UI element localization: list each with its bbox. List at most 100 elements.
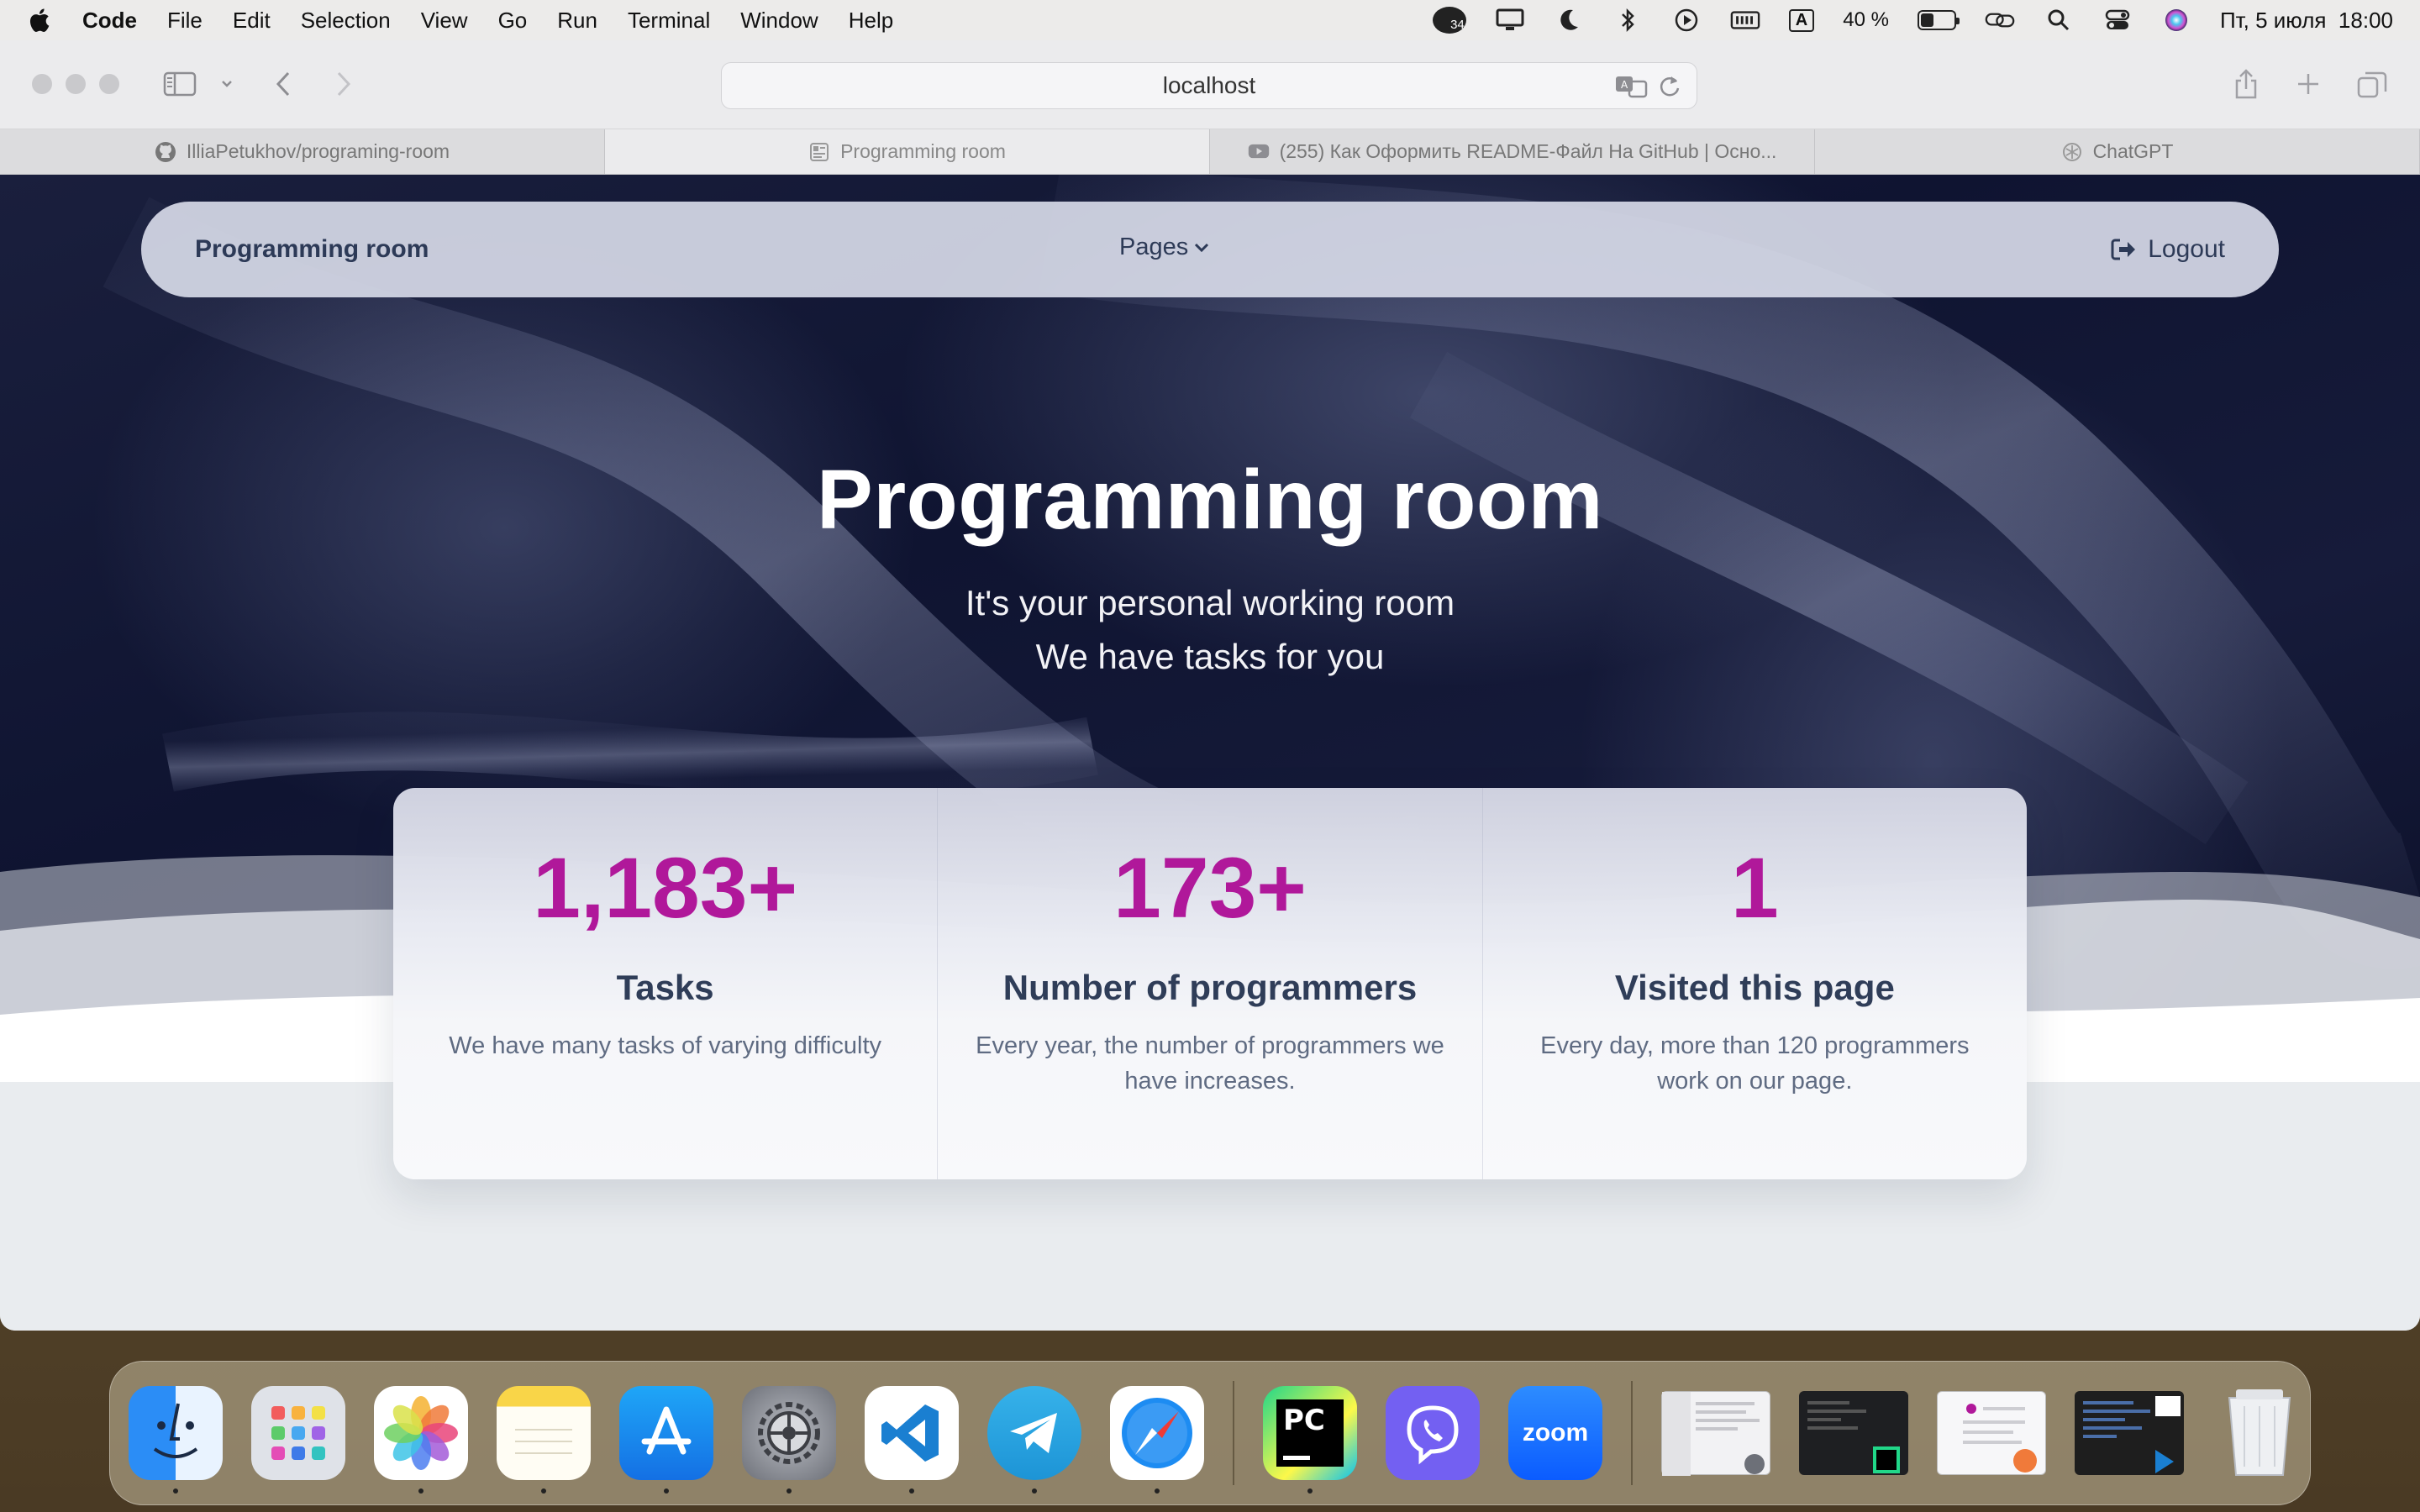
trash-icon[interactable]	[2212, 1386, 2307, 1480]
pycharm-label: PC	[1283, 1404, 1325, 1437]
logout-icon	[2111, 239, 2136, 260]
safari-icon[interactable]	[1110, 1386, 1204, 1494]
menu-help[interactable]: Help	[849, 8, 893, 34]
github-icon	[155, 141, 176, 163]
hero-title: Programming room	[817, 453, 1603, 547]
running-indicator	[1307, 1488, 1313, 1494]
running-indicator	[541, 1488, 546, 1494]
battery-percent: 40 %	[1843, 8, 1889, 31]
window-controls	[32, 74, 119, 94]
tab-label: ChatGPT	[2092, 140, 2174, 162]
memory-icon[interactable]	[1730, 8, 1760, 33]
tab-label: (255) Как Оформить README-Файл На GitHub…	[1279, 140, 1777, 162]
browser-toolbar: localhost A	[0, 40, 2420, 129]
menu-clock[interactable]: Пт, 5 июля 18:00	[2220, 8, 2393, 34]
viber-icon[interactable]	[1386, 1386, 1480, 1480]
menu-go[interactable]: Go	[498, 8, 528, 34]
dock: PC zoom	[109, 1361, 2311, 1505]
forward-icon[interactable]	[329, 67, 356, 101]
menu-selection[interactable]: Selection	[301, 8, 391, 34]
tab-overview-icon[interactable]	[2356, 67, 2388, 101]
search-icon[interactable]	[2044, 8, 2074, 33]
apple-menu-icon[interactable]	[27, 7, 50, 34]
notification-count-icon[interactable]: 34	[1432, 7, 1466, 34]
now-playing-icon[interactable]	[1671, 8, 1702, 33]
app-store-icon[interactable]	[619, 1386, 713, 1494]
menu-view[interactable]: View	[421, 8, 468, 34]
dock-separator	[1631, 1381, 1633, 1485]
link-icon[interactable]	[1985, 8, 2015, 33]
menu-run[interactable]: Run	[557, 8, 597, 34]
pycharm-icon[interactable]: PC	[1263, 1386, 1357, 1494]
logout-button[interactable]: Logout	[2111, 235, 2225, 264]
svg-text:A: A	[1621, 79, 1628, 91]
control-center-icon[interactable]	[2102, 8, 2133, 33]
running-indicator	[1032, 1488, 1037, 1494]
running-indicator	[909, 1488, 914, 1494]
hero-subtitle-line1: It's your personal working room	[965, 583, 1455, 622]
stat-number: 1	[1730, 840, 1779, 936]
minimized-window-thumbnail[interactable]	[1937, 1391, 2046, 1475]
new-tab-icon[interactable]	[2294, 67, 2323, 101]
vscode-icon[interactable]	[865, 1386, 959, 1494]
menu-edit[interactable]: Edit	[233, 8, 271, 34]
notification-count: 34	[1450, 18, 1465, 32]
battery-level	[1920, 13, 1934, 27]
share-icon[interactable]	[2232, 67, 2260, 101]
battery-icon[interactable]	[1917, 10, 1960, 30]
pages-label: Pages	[1119, 234, 1189, 260]
minimized-window-thumbnail[interactable]	[1661, 1391, 1770, 1476]
minimize-window-button[interactable]	[66, 74, 86, 94]
close-window-button[interactable]	[32, 74, 52, 94]
finder-icon[interactable]	[129, 1386, 223, 1494]
running-indicator	[664, 1488, 669, 1494]
menu-terminal[interactable]: Terminal	[628, 8, 710, 34]
minimized-window-thumbnail[interactable]	[1799, 1391, 1908, 1475]
menu-file[interactable]: File	[167, 8, 203, 34]
stat-label: Visited this page	[1614, 968, 1895, 1007]
menu-app-name[interactable]: Code	[82, 8, 137, 34]
stat-tasks: 1,183+ Tasks We have many tasks of varyi…	[393, 788, 939, 1179]
pages-dropdown[interactable]: Pages	[1119, 234, 1210, 261]
site-navbar: Programming room Pages Logout	[141, 202, 2279, 297]
telegram-icon[interactable]	[987, 1386, 1081, 1494]
stat-description: Every year, the number of programmers we…	[976, 1032, 1444, 1095]
tab-programming-room[interactable]: Programming room	[605, 129, 1210, 174]
translate-icon[interactable]: A	[1614, 73, 1648, 104]
zoom-icon[interactable]: zoom	[1508, 1386, 1602, 1480]
chatgpt-icon	[2061, 141, 2083, 163]
reload-icon[interactable]	[1658, 73, 1681, 104]
siri-icon[interactable]	[2161, 8, 2191, 33]
zoom-window-button[interactable]	[99, 74, 119, 94]
menu-bar: Code File Edit Selection View Go Run Ter…	[0, 0, 2420, 40]
system-settings-icon[interactable]	[742, 1386, 836, 1494]
bluetooth-icon[interactable]	[1612, 8, 1643, 33]
tab-label: IlliaPetukhov/programing-room	[186, 140, 450, 162]
launchpad-icon[interactable]	[251, 1386, 345, 1480]
tab-youtube[interactable]: (255) Как Оформить README-Файл На GitHub…	[1210, 129, 1815, 174]
tab-chatgpt[interactable]: ChatGPT	[1815, 129, 2420, 174]
logout-label: Logout	[2148, 235, 2225, 263]
web-page: Programming room Pages Logout Programmin…	[0, 175, 2420, 1331]
address-bar[interactable]: localhost A	[721, 62, 1697, 109]
dock-separator	[1233, 1381, 1234, 1485]
display-icon[interactable]	[1495, 8, 1525, 33]
sidebar-toggle-icon[interactable]	[161, 67, 198, 101]
menu-window[interactable]: Window	[740, 8, 818, 34]
moon-icon[interactable]	[1554, 8, 1584, 33]
running-indicator	[786, 1488, 792, 1494]
tab-github[interactable]: IlliaPetukhov/programing-room	[0, 129, 605, 174]
stat-label: Tasks	[616, 968, 714, 1007]
address-text[interactable]: localhost	[1163, 72, 1256, 99]
zoom-label: zoom	[1522, 1419, 1589, 1446]
minimized-window-thumbnail[interactable]	[2075, 1391, 2184, 1475]
input-source-icon[interactable]: A	[1788, 8, 1815, 32]
running-indicator	[418, 1488, 424, 1494]
photos-icon[interactable]	[374, 1386, 468, 1494]
stat-visits: 1 Visited this page Every day, more than…	[1483, 788, 2027, 1179]
notes-icon[interactable]	[497, 1386, 591, 1494]
navbar-brand[interactable]: Programming room	[195, 235, 429, 264]
back-icon[interactable]	[271, 67, 297, 101]
chevron-down-icon[interactable]	[217, 67, 237, 101]
stat-description: We have many tasks of varying difficulty	[449, 1032, 882, 1059]
